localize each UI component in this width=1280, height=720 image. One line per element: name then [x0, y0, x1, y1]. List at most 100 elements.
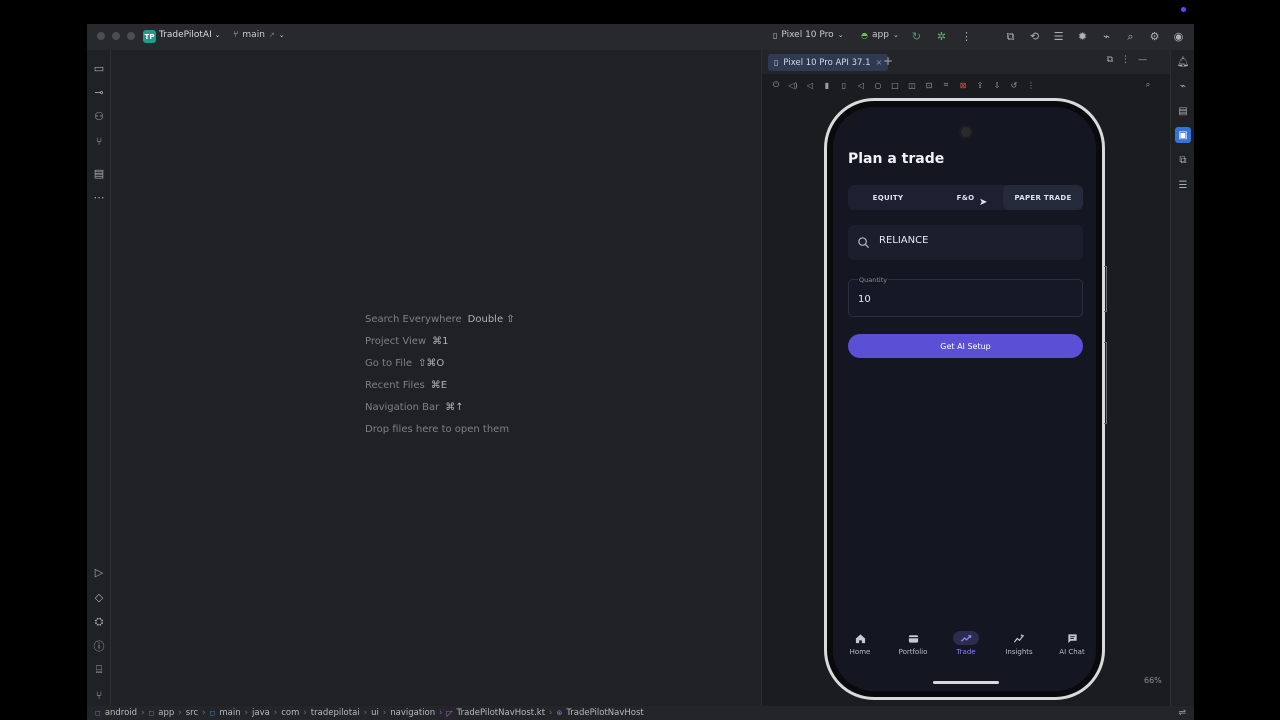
breadcrumb-symbol[interactable]: TradePilotNavHost: [566, 708, 643, 718]
profiler-icon[interactable]: ⌁: [1099, 29, 1114, 44]
more-icon[interactable]: ⋮: [959, 29, 974, 44]
device-selector[interactable]: ▯ Pixel 10 Pro ⌄: [773, 30, 844, 40]
notifications-icon[interactable]: 🔔︎: [1175, 54, 1191, 70]
navigation-breadcrumb: ◻ android › ◻ app › src › ◻ main › java …: [87, 706, 1194, 720]
volume-up-icon[interactable]: ◁): [787, 79, 799, 91]
chevron-down-icon: ⌄: [278, 31, 285, 39]
chat-icon: [1067, 633, 1077, 643]
nav-item-insights[interactable]: Insights: [997, 631, 1041, 669]
running-devices-icon[interactable]: ▣: [1175, 127, 1191, 143]
search-icon: [858, 237, 870, 249]
record-icon[interactable]: ⊡: [923, 79, 935, 91]
nav-item-ai-chat[interactable]: AI Chat: [1050, 631, 1094, 669]
side-button: [1104, 266, 1107, 312]
nav-item-home[interactable]: Home: [838, 631, 882, 669]
close-window-button[interactable]: [97, 32, 105, 40]
zoom-icon[interactable]: ⌕: [1142, 79, 1154, 91]
branch-selector[interactable]: ⑂ main ↗ ⌄: [233, 30, 285, 40]
breadcrumb-src[interactable]: src: [186, 708, 198, 718]
close-icon[interactable]: ×: [876, 58, 883, 67]
device-file-explorer-icon[interactable]: ▤: [1175, 103, 1191, 119]
upload-icon[interactable]: ⇪: [974, 79, 986, 91]
rotate-right-icon[interactable]: ▯: [838, 79, 850, 91]
structure-list-icon[interactable]: ☰: [1175, 177, 1191, 193]
account-icon[interactable]: ◉: [1171, 29, 1186, 44]
home-indicator[interactable]: [933, 681, 999, 684]
phone-icon: ▯: [773, 30, 778, 40]
symbol-search-field[interactable]: RELIANCE: [848, 225, 1083, 260]
layout-inspector-icon[interactable]: ⌗: [940, 79, 952, 91]
run-config-selector[interactable]: ◓ app ⌄: [861, 30, 899, 40]
project-badge[interactable]: TP: [143, 30, 156, 43]
search-icon[interactable]: ⌕: [1123, 29, 1138, 44]
android-icon: ◓: [861, 30, 868, 40]
device-mirroring-icon[interactable]: ⧉: [1175, 152, 1191, 168]
hint-recent-files: Recent Files ⌘E: [365, 379, 448, 391]
device-tab[interactable]: ▯ Pixel 10 Pro API 37.1 ×: [768, 54, 889, 71]
nav-item-portfolio[interactable]: Portfolio: [891, 631, 935, 669]
back-icon[interactable]: ◁: [855, 79, 867, 91]
gear-icon[interactable]: ⚙: [1147, 29, 1162, 44]
search-value: RELIANCE: [879, 235, 929, 246]
run-actions: ↻ ✲ ⋮: [909, 29, 974, 44]
resource-manager-icon[interactable]: ▤: [91, 165, 107, 181]
debug-icon[interactable]: ✲: [934, 29, 949, 44]
minimize-icon[interactable]: —: [1138, 55, 1147, 65]
sync-icon[interactable]: ⟲: [1027, 29, 1042, 44]
phone-screen: Plan a trade EQUITY F&O PAPER TRADE ➤ RE…: [833, 107, 1096, 691]
breadcrumb-ui[interactable]: ui: [371, 708, 379, 718]
more-tools-icon[interactable]: ⋯: [91, 189, 107, 205]
problems-icon[interactable]: ⓘ: [91, 638, 107, 654]
run-icon[interactable]: ▷: [91, 564, 107, 580]
overview-icon[interactable]: □: [889, 79, 901, 91]
folder-icon[interactable]: ▭: [91, 60, 107, 76]
breadcrumb-tradepilotai[interactable]: tradepilotai: [311, 708, 360, 718]
zoom-window-button[interactable]: [127, 32, 135, 40]
add-device-button[interactable]: +: [883, 54, 893, 68]
segment-fno[interactable]: F&O: [928, 185, 1003, 210]
snapshot-icon[interactable]: ⊠: [957, 79, 969, 91]
breadcrumb-navigation[interactable]: navigation: [390, 708, 435, 718]
toolbar-right: ⧉ ⟲ ☰ ✹ ⌁ ⌕ ⚙ ◉: [1003, 29, 1186, 44]
right-tool-strip: 🔔︎ ⌁ ▤ ▣ ⧉ ☰: [1170, 50, 1194, 706]
volume-down-icon[interactable]: ◁: [804, 79, 816, 91]
commit-icon[interactable]: ⊸: [91, 84, 107, 100]
reset-icon[interactable]: ↺: [1008, 79, 1020, 91]
power-icon[interactable]: ⏻: [770, 79, 782, 91]
breadcrumb-file[interactable]: TradePilotNavHost.kt: [457, 708, 545, 718]
rotate-left-icon[interactable]: ▮: [821, 79, 833, 91]
structure-icon[interactable]: ⚇: [91, 108, 107, 124]
breadcrumb-main[interactable]: main: [219, 708, 240, 718]
rerun-icon[interactable]: ↻: [909, 29, 924, 44]
breadcrumb-com[interactable]: com: [281, 708, 299, 718]
bug-icon[interactable]: ✹: [1075, 29, 1090, 44]
git-icon[interactable]: ⑂: [91, 687, 107, 703]
side-button: [1104, 342, 1107, 424]
nav-item-trade[interactable]: Trade: [944, 631, 988, 669]
quantity-field[interactable]: Quantity 10: [848, 276, 1083, 317]
segment-paper-trade[interactable]: PAPER TRADE: [1003, 185, 1083, 210]
download-icon[interactable]: ⇩: [991, 79, 1003, 91]
sdk-manager-icon[interactable]: ☰: [1051, 29, 1066, 44]
breadcrumb-android[interactable]: android: [105, 708, 137, 718]
more-icon[interactable]: ⋮: [1025, 79, 1037, 91]
minimize-window-button[interactable]: [112, 32, 120, 40]
device-manager-icon[interactable]: ⧉: [1003, 29, 1018, 44]
get-ai-setup-button[interactable]: Get AI Setup: [848, 334, 1083, 358]
more-icon[interactable]: ⋮: [1121, 55, 1130, 65]
terminal-icon[interactable]: ⌸: [91, 662, 107, 678]
home-button-icon[interactable]: ○: [872, 79, 884, 91]
gem-icon[interactable]: ◇: [91, 589, 107, 605]
soft-wrap-icon[interactable]: ⇌: [1178, 708, 1186, 718]
mouse-pointer-icon: ➤: [979, 197, 988, 208]
gradle-icon[interactable]: ⌁: [1175, 78, 1191, 94]
pull-request-icon[interactable]: ⑂: [91, 133, 107, 149]
breadcrumb-app[interactable]: app: [158, 708, 174, 718]
project-selector[interactable]: TradePilotAI ⌄: [159, 30, 220, 40]
open-external-icon[interactable]: ⧉: [1107, 55, 1113, 65]
segment-equity[interactable]: EQUITY: [848, 185, 928, 210]
build-icon[interactable]: ⛭: [91, 614, 107, 630]
breadcrumb-java[interactable]: java: [252, 708, 270, 718]
run-config-name: app: [871, 30, 889, 40]
screenshot-icon[interactable]: ◫: [906, 79, 918, 91]
